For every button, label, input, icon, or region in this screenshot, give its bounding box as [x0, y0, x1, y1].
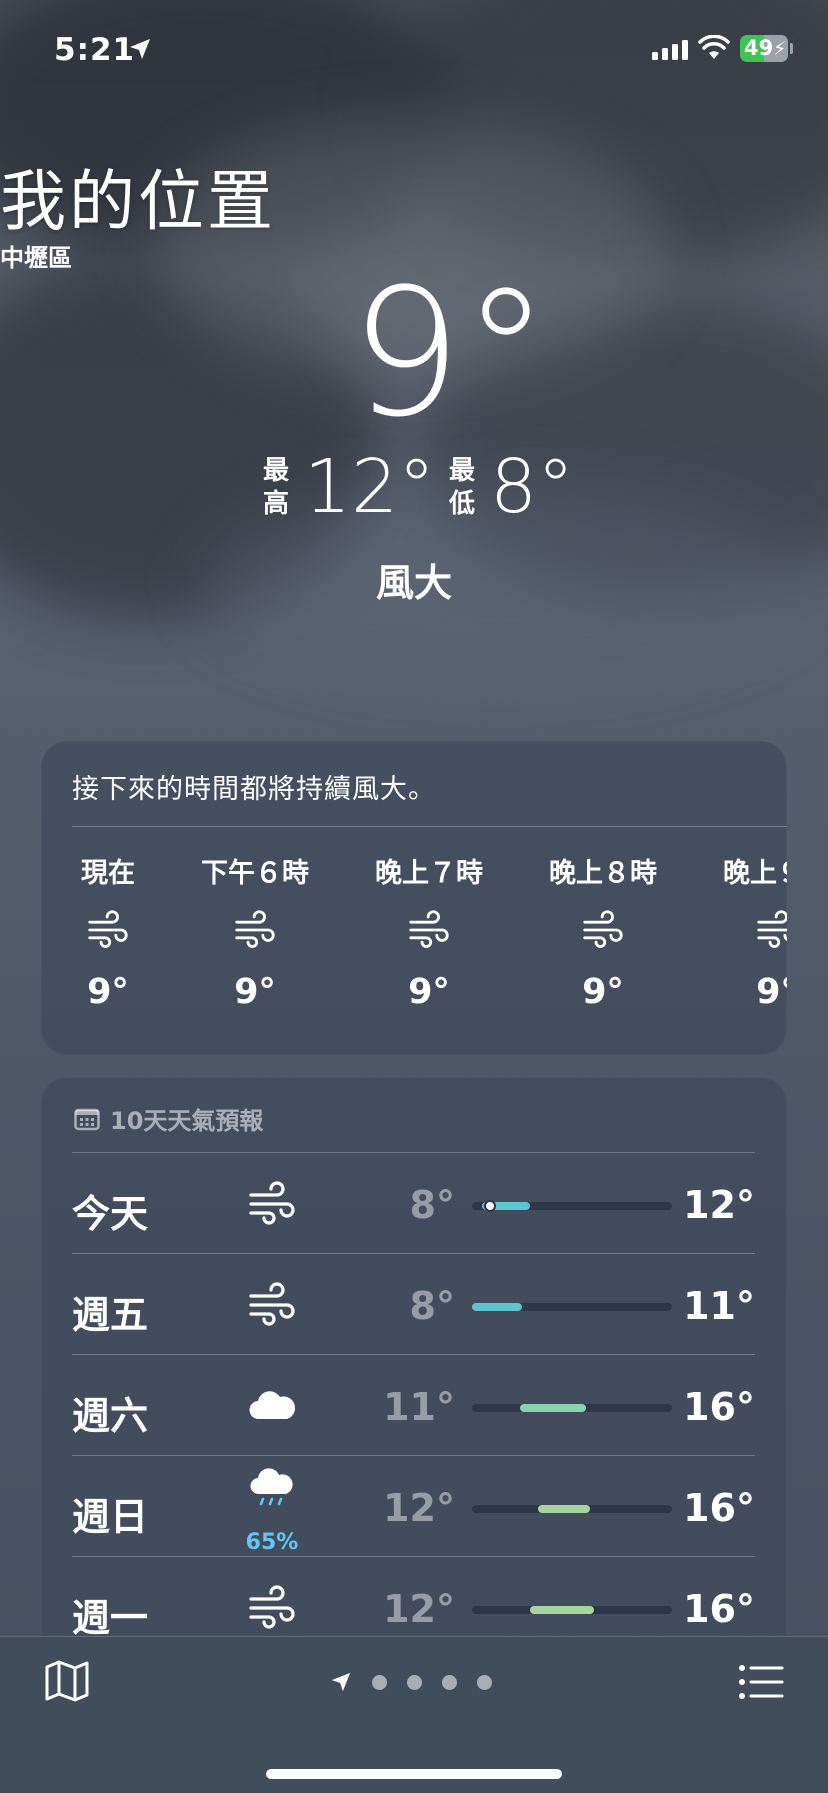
low-temp: 8° [409, 1183, 455, 1227]
day-icon-wrap [247, 1585, 297, 1635]
day-icon-wrap [247, 1181, 297, 1231]
hour-icon-wrap [407, 910, 451, 950]
hour-label: 下午６時 [201, 858, 309, 889]
condition-text: 風大 [375, 561, 452, 605]
day-icon-wrap [247, 1383, 297, 1433]
low-label: 最低 [448, 456, 475, 519]
battery-percent: 49 [744, 36, 774, 60]
high-temp: 12° [304, 444, 436, 530]
hour-temp: 9° [408, 972, 450, 1012]
hour-icon-wrap [86, 910, 130, 950]
page-dot[interactable] [442, 1674, 457, 1690]
hour-label: 現在 [81, 858, 135, 889]
wind-icon [249, 1181, 295, 1225]
low-temp: 12° [383, 1486, 455, 1530]
day-icon-wrap [247, 1468, 297, 1518]
wifi-icon [698, 35, 730, 59]
home-indicator[interactable] [266, 1769, 562, 1779]
wind-icon [88, 910, 128, 948]
day-label: 週六 [72, 1394, 149, 1438]
hourly-summary: 接下來的時間都將持續風大。 [72, 774, 436, 805]
status-time: 5:21 [54, 32, 136, 68]
hour-icon-wrap [581, 910, 625, 950]
hour-temp: 9° [756, 972, 787, 1012]
map-icon[interactable] [44, 1659, 90, 1703]
day-icon-wrap [247, 1282, 297, 1332]
temp-range-bar [472, 1404, 672, 1412]
page-dot[interactable] [372, 1674, 387, 1690]
hour-temp: 9° [582, 972, 624, 1012]
day-label: 週日 [72, 1495, 149, 1539]
hour-temp: 9° [87, 972, 129, 1012]
temp-range-bar [472, 1606, 672, 1614]
wind-icon [235, 910, 275, 948]
status-bar: 5:21 49 ⚡ [0, 0, 828, 100]
page-dot[interactable] [407, 1674, 422, 1690]
battery-icon: 49 ⚡ [740, 35, 788, 62]
battery-tip [790, 43, 793, 54]
location-title: 我的位置 [0, 163, 276, 240]
high-temp: 16° [683, 1385, 755, 1429]
page-indicator[interactable] [330, 1671, 492, 1693]
hourly-item: 晚上７時 9° [364, 851, 494, 1012]
ten-day-forecast-card[interactable]: 10天天氣預報 今天 8° 12° 週五 8° 11° 週六 11° 16° 週日 65% 12° 16… [41, 1077, 787, 1677]
hour-label: 晚上９時 [723, 858, 787, 889]
day-label: 今天 [72, 1192, 149, 1236]
location-page-icon[interactable] [330, 1671, 352, 1693]
daily-row[interactable]: 今天 8° 12° [72, 1152, 755, 1254]
precip-chance: 65% [245, 1530, 299, 1555]
hour-temp: 9° [234, 972, 276, 1012]
list-icon[interactable] [738, 1663, 784, 1701]
current-temperature: 9° [350, 251, 550, 456]
hourly-item: 現在 9° [43, 851, 173, 1012]
low-temp: 8° [409, 1284, 455, 1328]
divider [72, 826, 787, 827]
wind-icon [249, 1585, 295, 1629]
wind-icon [409, 910, 449, 948]
hour-label: 晚上８時 [549, 858, 657, 889]
high-temp: 16° [683, 1486, 755, 1530]
cloud-icon [249, 1391, 296, 1420]
hourly-forecast-card[interactable]: 接下來的時間都將持續風大。 現在9°下午６時9°晚上７時9°晚上８時9°晚上９時… [41, 741, 787, 1055]
hour-icon-wrap [755, 910, 787, 950]
ten-day-header: 10天天氣預報 [74, 1101, 263, 1136]
hourly-item: 晚上９時 9° [712, 851, 787, 1012]
day-label: 週五 [72, 1293, 149, 1337]
charging-bolt-icon: ⚡ [773, 38, 787, 60]
low-temp: 12° [383, 1587, 455, 1631]
ten-day-header-label: 10天天氣預報 [110, 1107, 264, 1135]
calendar-icon [74, 1108, 100, 1130]
wind-icon [249, 1282, 295, 1326]
daily-row[interactable]: 週日 65% 12° 16° [72, 1455, 755, 1557]
day-label: 週一 [72, 1596, 149, 1640]
low-temp: 8° [490, 444, 575, 530]
temp-range-fill [472, 1303, 522, 1311]
location-arrow-icon [130, 39, 150, 59]
high-temp: 16° [683, 1587, 755, 1631]
high-temp: 12° [683, 1183, 755, 1227]
temp-range-bar [472, 1200, 672, 1212]
hourly-item: 晚上８時 9° [538, 851, 668, 1012]
daily-row[interactable]: 週六 11° 16° [72, 1354, 755, 1456]
temp-range-fill [538, 1505, 590, 1513]
temp-range-fill [520, 1404, 586, 1412]
high-label: 最高 [262, 456, 289, 519]
high-temp: 11° [683, 1284, 755, 1328]
high-low: 最高 12° 最低 8° [0, 447, 828, 535]
cellular-signal-icon [652, 40, 688, 60]
current-temp-dot [484, 1200, 496, 1212]
hour-label: 晚上７時 [375, 858, 483, 889]
low-temp: 11° [383, 1385, 455, 1429]
bottom-toolbar [0, 1636, 828, 1793]
wind-icon [757, 910, 787, 948]
cloud-rain-icon [250, 1468, 293, 1506]
hour-icon-wrap [233, 910, 277, 950]
temp-range-bar [472, 1505, 672, 1513]
temp-range-fill [530, 1606, 594, 1614]
hourly-item: 下午６時 9° [190, 851, 320, 1012]
daily-row[interactable]: 週五 8° 11° [72, 1253, 755, 1355]
page-dot[interactable] [477, 1674, 492, 1690]
temp-range-bar [472, 1303, 672, 1311]
wind-icon [583, 910, 623, 948]
